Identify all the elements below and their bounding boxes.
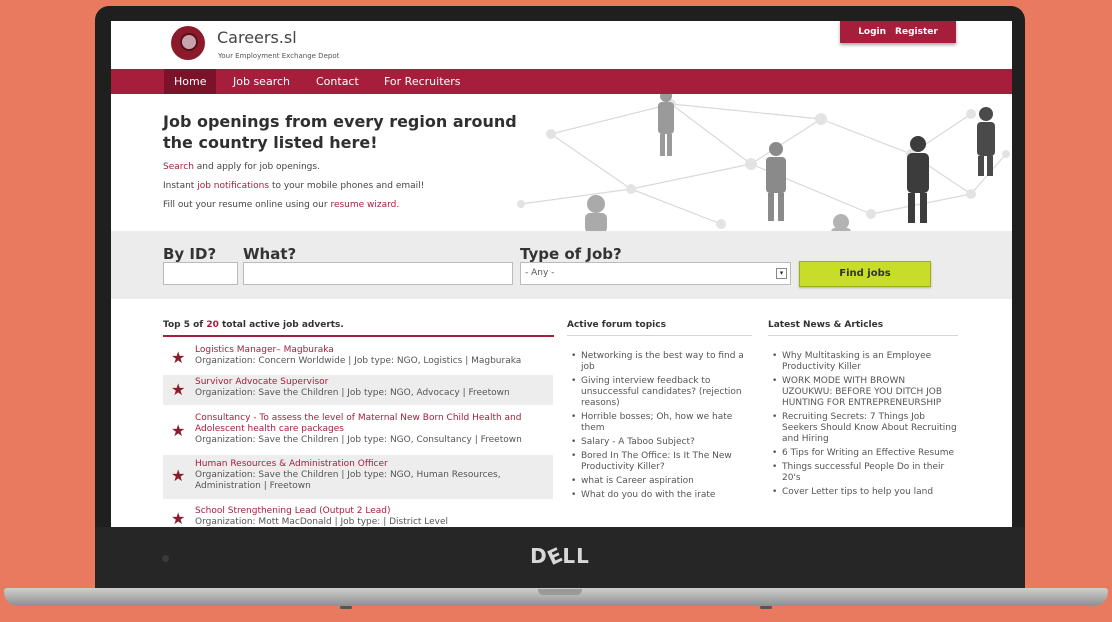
hero-line-text: to your mobile phones and email! — [269, 181, 425, 191]
nav-contact[interactable]: Contact — [306, 69, 369, 94]
job-type-selected: - Any - — [525, 268, 555, 278]
login-link[interactable]: Login — [858, 27, 886, 37]
find-jobs-button[interactable]: Find jobs — [799, 261, 931, 287]
forum-heading: Active forum topics — [567, 320, 666, 330]
job-listing[interactable]: ★ Survivor Advocate Supervisor Organizat… — [163, 375, 553, 405]
news-article-link[interactable]: Why Multitasking is an Employee Producti… — [770, 351, 958, 373]
job-notifications-link[interactable]: job notifications — [197, 181, 269, 191]
nav-home[interactable]: Home — [164, 69, 217, 94]
job-listing[interactable]: ★ Human Resources & Administration Offic… — [163, 455, 553, 499]
job-type-select[interactable]: - Any - ▾ — [520, 262, 791, 285]
by-id-label: By ID? — [163, 245, 217, 263]
job-search-bar: By ID? What? Type of Job? - Any - ▾ Find… — [111, 231, 1012, 299]
register-link[interactable]: Register — [895, 27, 938, 37]
dell-logo: DELL — [530, 542, 590, 570]
job-title-link[interactable]: School Strengthening Lead (Output 2 Lead… — [195, 506, 553, 517]
job-listing[interactable]: ★ Consultancy - To assess the level of M… — [163, 407, 553, 453]
forum-topic-link[interactable]: Salary - A Taboo Subject? — [569, 437, 751, 448]
job-title-link[interactable]: Survivor Advocate Supervisor — [195, 377, 553, 388]
logo-icon[interactable] — [171, 26, 205, 60]
type-of-job-label: Type of Job? — [520, 245, 622, 263]
job-details: Organization: Mott MacDonald | Job type:… — [195, 517, 449, 527]
jobs-heading-rule — [163, 335, 554, 337]
site-title[interactable]: Careers.sl — [217, 28, 297, 47]
forum-heading-rule — [567, 335, 752, 336]
laptop-foot — [340, 606, 352, 609]
hero-line-search: Search and apply for job openings. — [163, 162, 320, 172]
hero-banner: Job openings from every region around th… — [111, 94, 1012, 231]
hero-title: Job openings from every region around th… — [163, 112, 517, 152]
forum-topic-list: Networking is the best way to find a job… — [569, 351, 751, 504]
what-label: What? — [243, 245, 297, 263]
main-nav: Home Job search Contact For Recruiters — [111, 69, 1012, 94]
hero-line-text: Fill out your resume online using our — [163, 200, 331, 210]
chevron-down-icon[interactable]: ▾ — [776, 268, 787, 279]
jobs-count: 20 — [206, 320, 219, 330]
hero-line-text: Instant — [163, 181, 198, 191]
auth-box: Login Register — [840, 21, 956, 43]
hero-line-text: and apply for job openings. — [193, 162, 320, 172]
news-article-link[interactable]: Things successful People Do in their 20'… — [770, 462, 958, 484]
hero-line-notifications: Instant job notifications to your mobile… — [163, 181, 424, 191]
job-details: Organization: Save the Children | Job ty… — [195, 388, 510, 398]
news-article-link[interactable]: 6 Tips for Writing an Effective Resume — [770, 448, 958, 459]
job-details: Organization: Save the Children | Job ty… — [195, 470, 501, 491]
resume-wizard-link[interactable]: resume wizard — [330, 200, 396, 210]
nav-for-recruiters[interactable]: For Recruiters — [374, 69, 471, 94]
job-title-link[interactable]: Human Resources & Administration Officer — [195, 459, 553, 470]
forum-topic-link[interactable]: what is Career aspiration — [569, 476, 751, 487]
business-network-illustration — [517, 94, 1010, 231]
news-article-link[interactable]: Cover Letter tips to help you land — [770, 487, 958, 498]
search-link[interactable]: Search — [163, 162, 194, 172]
browser-viewport: Careers.sl Your Employment Exchange Depo… — [111, 21, 1012, 527]
job-listing[interactable]: ★ School Strengthening Lead (Output 2 Le… — [163, 503, 553, 527]
star-icon: ★ — [171, 380, 186, 399]
hero-line-text: . — [396, 200, 400, 210]
star-icon: ★ — [171, 509, 186, 527]
site-header: Careers.sl Your Employment Exchange Depo… — [111, 21, 1012, 69]
nav-job-search[interactable]: Job search — [223, 69, 300, 94]
star-icon: ★ — [171, 466, 186, 485]
forum-topic-link[interactable]: Networking is the best way to find a job — [569, 351, 751, 373]
news-article-link[interactable]: WORK MODE WITH BROWN UZOUKWU: BEFORE YOU… — [770, 376, 958, 409]
laptop-foot — [760, 606, 772, 609]
news-article-list: Why Multitasking is an Employee Producti… — [770, 351, 958, 501]
star-icon: ★ — [171, 348, 186, 367]
laptop-notch — [538, 589, 582, 595]
job-listing[interactable]: ★ Logistics Manager– Magburaka Organizat… — [163, 343, 553, 373]
forum-topic-link[interactable]: Bored In The Office: Is It The New Produ… — [569, 451, 751, 473]
jobs-heading-text: total active job adverts. — [218, 320, 344, 330]
forum-topic-link[interactable]: Giving interview feedback to unsuccessfu… — [569, 376, 751, 409]
jobs-heading: Top 5 of 20 total active job adverts. — [163, 320, 344, 330]
job-id-input[interactable] — [163, 262, 238, 285]
news-heading: Latest News & Articles — [768, 320, 884, 330]
star-icon: ★ — [171, 421, 186, 440]
what-input[interactable] — [243, 262, 513, 285]
jobs-heading-text: Top 5 of — [163, 320, 207, 330]
forum-topic-link[interactable]: Horrible bosses; Oh, how we hate them — [569, 412, 751, 434]
news-article-link[interactable]: Recruiting Secrets: 7 Things Job Seekers… — [770, 412, 958, 445]
forum-topic-link[interactable]: What do you do with the irate — [569, 490, 751, 501]
job-details: Organization: Concern Worldwide | Job ty… — [195, 356, 522, 366]
camera-icon — [162, 555, 169, 562]
job-title-link[interactable]: Consultancy - To assess the level of Mat… — [195, 413, 553, 435]
site-tagline: Your Employment Exchange Depot — [218, 52, 340, 60]
job-title-link[interactable]: Logistics Manager– Magburaka — [195, 345, 553, 356]
job-details: Organization: Save the Children | Job ty… — [195, 435, 522, 445]
hero-line-resume: Fill out your resume online using our re… — [163, 200, 399, 210]
news-heading-rule — [768, 335, 958, 336]
